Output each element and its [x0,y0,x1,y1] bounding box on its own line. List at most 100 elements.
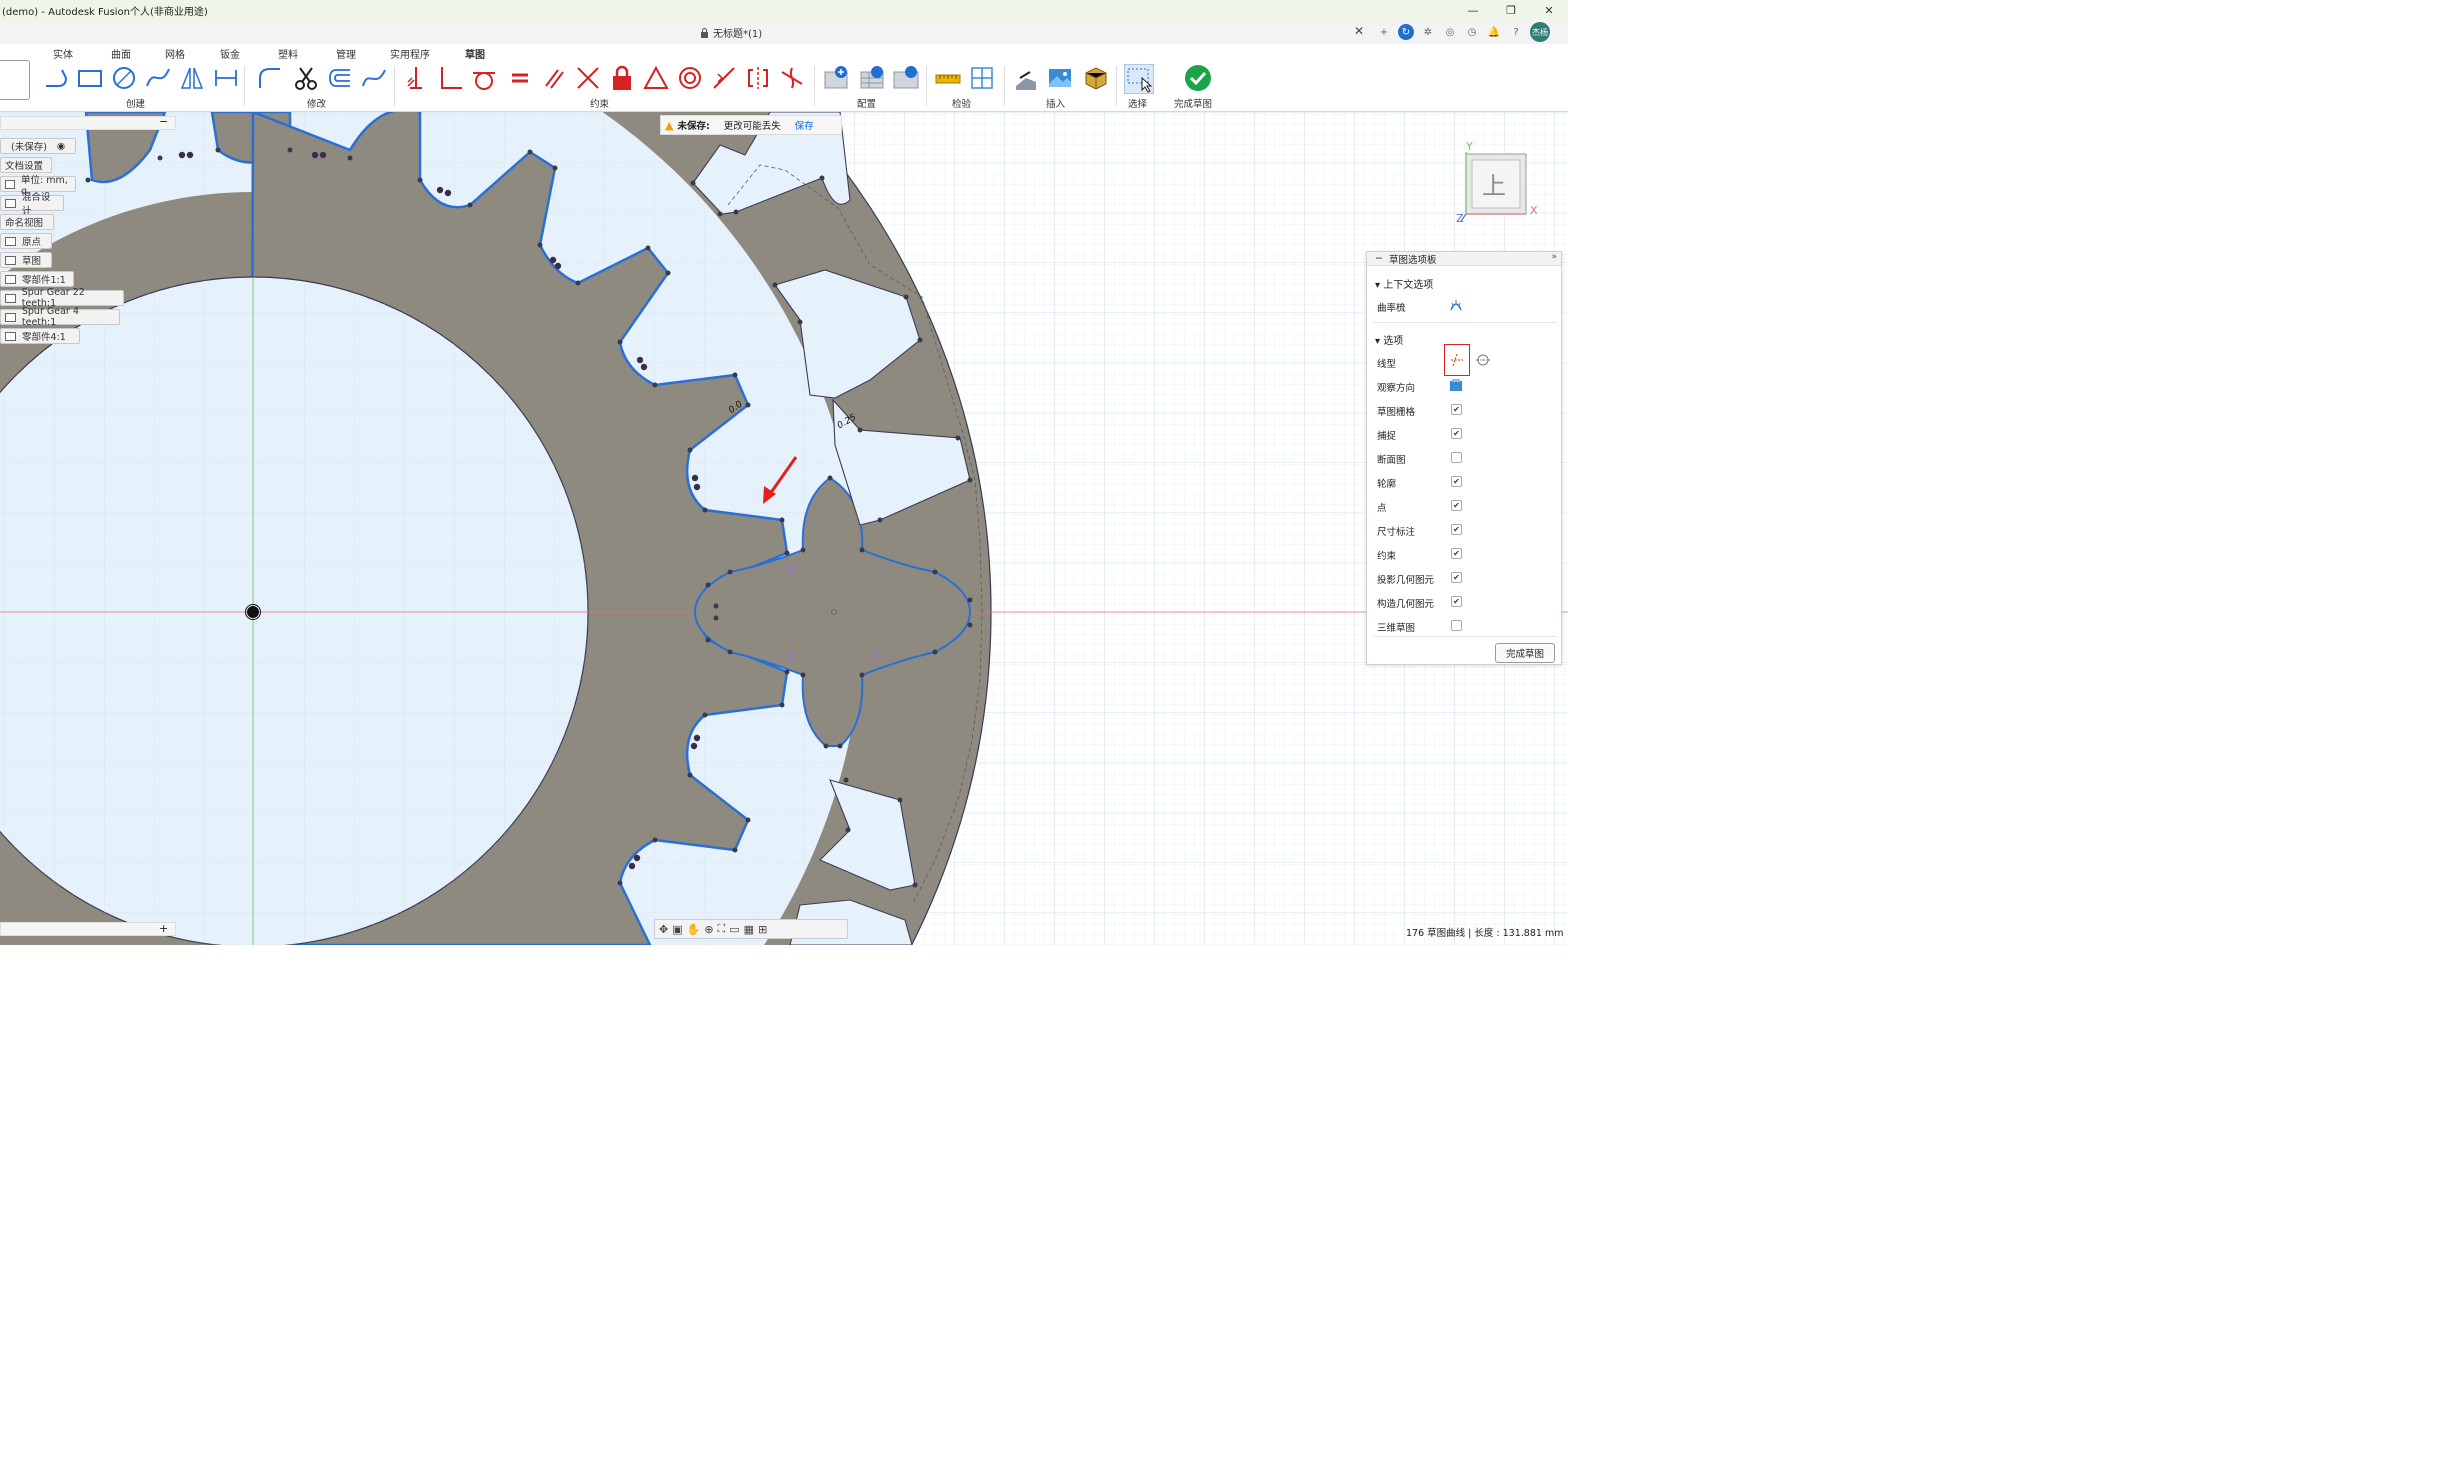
configure-table-icon[interactable] [822,64,850,92]
browser-item-unsaved[interactable]: (未保存) ◉ [0,138,76,154]
collinear-constraint-icon[interactable] [574,64,602,92]
snap-checkbox[interactable] [1451,428,1462,439]
tangent-constraint-icon[interactable] [470,64,498,92]
sketch-viewport[interactable]: 0.0 0.25 [0,112,1568,945]
restore-button[interactable]: ❐ [1492,0,1530,20]
fit-icon[interactable]: ⛶ [718,922,726,936]
view-cube[interactable]: 上 Y X Z [1456,138,1546,228]
constraints-checkbox[interactable] [1451,548,1462,559]
grid-settings-icon[interactable]: ▦ [744,923,754,936]
tab-mesh[interactable]: 网格 [165,46,185,61]
collapse-palette-icon[interactable]: − [1375,253,1383,264]
circle-icon[interactable] [110,64,138,92]
browser-item-component-1[interactable]: 零部件1:1 [0,271,74,287]
browser-item-origin[interactable]: 原点 [0,233,52,249]
spline-icon[interactable] [144,64,172,92]
tab-manage[interactable]: 管理 [336,46,356,61]
radio-icon[interactable]: ◉ [57,141,65,152]
sketch-grid-checkbox[interactable] [1451,404,1462,415]
fix-constraint-icon[interactable] [608,64,636,92]
line-icon[interactable] [42,64,70,92]
origin-point[interactable] [247,606,259,618]
extend-icon[interactable] [360,64,388,92]
look-at-nav-icon[interactable]: ▣ [672,923,682,936]
modify-group-label[interactable]: 修改 [307,96,326,110]
collapse-icon[interactable]: − [159,115,168,128]
concentric-constraint-icon[interactable] [676,64,704,92]
pan-icon[interactable]: ✋ [687,923,701,936]
3d-sketch-checkbox[interactable] [1451,620,1462,631]
projected-geometry-checkbox[interactable] [1451,572,1462,583]
coincident-constraint-icon[interactable] [402,64,430,92]
parallel-constraint-icon[interactable] [540,64,568,92]
construction-linetype-icon[interactable] [1449,352,1465,368]
triangle-constraint-icon[interactable] [642,64,670,92]
perpendicular-constraint-icon[interactable] [436,64,464,92]
constraints-group-label[interactable]: 约束 [590,96,609,110]
history-icon[interactable]: ◷ [1464,24,1480,40]
finish-sketch-icon[interactable] [1184,64,1212,92]
centerline-linetype-icon[interactable] [1475,352,1491,368]
minimize-button[interactable]: — [1454,0,1492,20]
midpoint-constraint-icon[interactable] [710,64,738,92]
job-status-icon[interactable]: ✲ [1420,24,1436,40]
configure-group-label[interactable]: 配置 [857,96,876,110]
tab-surface[interactable]: 曲面 [111,46,131,61]
fillet-icon[interactable] [256,64,284,92]
tab-utilities[interactable]: 实用程序 [390,46,430,61]
symmetry-constraint-icon[interactable] [744,64,772,92]
tab-plastic[interactable]: 塑料 [278,46,298,61]
slice-checkbox[interactable] [1451,452,1462,463]
configure-image-icon[interactable] [892,64,920,92]
palette-header[interactable]: − 草图选项板 » [1367,252,1561,266]
look-at-icon[interactable] [1449,378,1463,392]
browser-item-component-4[interactable]: 零部件4:1 [0,328,80,344]
close-tab-icon[interactable]: ✕ [1354,24,1364,38]
select-group-label[interactable]: 选择 [1128,96,1147,110]
offset-icon[interactable] [326,64,354,92]
dimension-width-icon[interactable] [212,64,240,92]
viewports-icon[interactable]: ⊞ [758,923,767,936]
help-icon[interactable]: ? [1508,24,1524,40]
configure-rule-icon[interactable] [858,64,886,92]
expand-icon[interactable]: » [1551,252,1557,262]
extensions-icon[interactable]: ↻ [1398,24,1414,40]
mirror-icon[interactable] [178,64,206,92]
insert-mesh-icon[interactable] [1082,64,1110,92]
options-section[interactable]: ▾ 选项 [1375,332,1403,347]
finish-sketch-label[interactable]: 完成草图 [1174,96,1212,110]
dimensions-checkbox[interactable] [1451,524,1462,535]
save-link[interactable]: 保存 [795,118,814,132]
avatar[interactable]: 杰杨 [1530,22,1550,42]
trim-icon[interactable] [292,64,320,92]
finish-sketch-button[interactable]: 完成草图 [1495,643,1555,663]
insert-canvas-icon[interactable] [1046,64,1074,92]
browser-item-spur-gear-22[interactable]: Spur Gear 22 teeth:1 [0,287,124,309]
online-icon[interactable]: ◎ [1442,24,1458,40]
browser-item-spur-gear-4[interactable]: Spur Gear 4 teeth:1 [0,306,120,328]
curvature-comb-icon[interactable] [1449,298,1463,312]
add-comment-icon[interactable]: + [159,922,168,935]
notification-icon[interactable]: 🔔 [1486,24,1502,40]
insert-group-label[interactable]: 插入 [1046,96,1065,110]
new-tab-icon[interactable]: + [1376,24,1392,40]
view-cube-face[interactable]: 上 [1482,172,1506,200]
rectangle-icon[interactable] [76,64,104,92]
measure-icon[interactable] [934,64,962,92]
display-settings-icon[interactable]: ▭ [729,923,739,936]
close-window-button[interactable]: ✕ [1530,0,1568,20]
create-group-label[interactable]: 创建 [126,96,145,110]
profile-checkbox[interactable] [1451,476,1462,487]
design-workspace-button[interactable] [0,60,30,100]
orbit-icon[interactable]: ✥ [659,923,668,936]
insert-derive-icon[interactable] [1012,64,1040,92]
section-analysis-icon[interactable] [968,64,996,92]
tab-solid[interactable]: 实体 [53,46,73,61]
points-checkbox[interactable] [1451,500,1462,511]
tab-sheet-metal[interactable]: 钣金 [220,46,240,61]
curvature-constraint-icon[interactable] [778,64,806,92]
equal-constraint-icon[interactable] [506,64,534,92]
inspect-group-label[interactable]: 检验 [952,96,971,110]
construction-geometry-checkbox[interactable] [1451,596,1462,607]
context-section[interactable]: ▾ 上下文选项 [1375,276,1433,291]
